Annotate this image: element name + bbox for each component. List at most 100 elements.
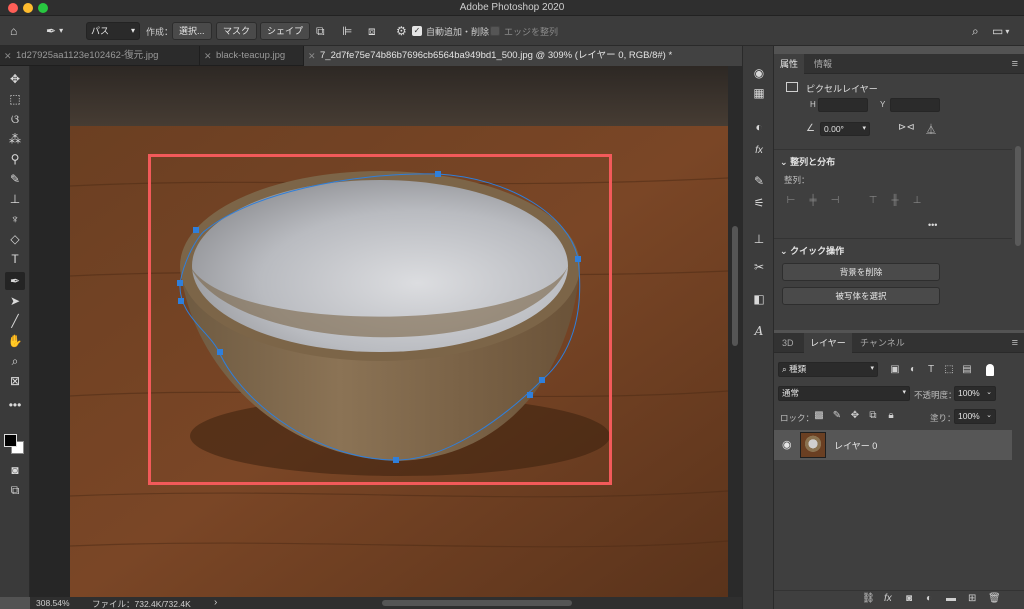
flip-horizontal-icon[interactable]: ⊳⊲ — [898, 122, 915, 133]
filter-smart-object-icon[interactable]: ▤ — [960, 363, 974, 377]
screen-mode-button[interactable]: ⧉ — [5, 481, 25, 499]
align-right-icon[interactable]: ⊣ — [828, 194, 842, 208]
fx-icon[interactable]: fx — [884, 593, 892, 604]
search-button[interactable]: ⌕ — [972, 22, 979, 40]
foreground-color-swatch[interactable] — [4, 434, 17, 447]
path-selection-tool[interactable]: ➤ — [5, 292, 25, 310]
link-layers-icon[interactable]: ⛓ — [862, 593, 875, 604]
remove-background-button[interactable]: 背景を削除 — [782, 263, 940, 281]
adjustments-panel-button[interactable]: ◐ — [750, 118, 768, 136]
home-button[interactable]: ⌂ — [10, 22, 17, 40]
align-top-icon[interactable]: ⊤ — [866, 194, 880, 208]
tool-presets-panel-button[interactable]: ✂ — [750, 258, 768, 276]
styles-panel-button[interactable]: fx — [750, 140, 768, 158]
workspace-button[interactable]: ▭ ▾ — [992, 22, 1009, 40]
lock-pixels-icon[interactable]: ✎ — [830, 409, 844, 423]
filter-toggle[interactable] — [986, 364, 994, 376]
blend-mode-select[interactable]: 通常 ▾ — [778, 386, 910, 401]
filter-adjustment-icon[interactable]: ◐ — [906, 363, 920, 377]
eye-icon[interactable]: ◉ — [782, 438, 792, 451]
new-group-icon[interactable]: ▬ — [946, 593, 956, 604]
scroll-thumb[interactable] — [1015, 146, 1021, 246]
brushes-panel-button[interactable]: ✎ — [750, 172, 768, 190]
type-tool[interactable]: T — [5, 250, 25, 268]
properties-scrollbar[interactable] — [1014, 66, 1022, 326]
tool-preset-picker[interactable]: ✒ ▾ — [46, 22, 63, 40]
zoom-level[interactable]: 308.54% — [36, 598, 70, 608]
lock-position-icon[interactable]: ✥ — [848, 409, 862, 423]
history-brush-tool[interactable]: ♆ — [5, 210, 25, 228]
eyedropper-tool[interactable]: ⚲ — [5, 150, 25, 168]
lock-all-icon[interactable]: 🔒︎ — [884, 409, 898, 423]
anchor-point[interactable] — [193, 227, 199, 233]
auto-add-delete-checkbox[interactable]: ✓ — [412, 26, 422, 36]
align-left-icon[interactable]: ⊢ — [784, 194, 798, 208]
y-field[interactable] — [890, 98, 940, 112]
line-tool[interactable]: ╱ — [5, 312, 25, 330]
more-tools[interactable]: ••• — [5, 396, 25, 414]
canvas-area[interactable] — [30, 66, 742, 597]
align-edges-checkbox[interactable] — [490, 26, 500, 36]
tab-3d[interactable]: 3D — [776, 333, 800, 353]
more-options[interactable]: ••• — [928, 220, 937, 230]
align-middle-vertical-icon[interactable]: ╫ — [888, 194, 902, 208]
angle-field[interactable]: 0.00° ▾ — [820, 122, 870, 136]
anchor-point[interactable] — [217, 349, 223, 355]
anchor-point[interactable] — [575, 256, 581, 262]
brush-tool[interactable]: ✎ — [5, 170, 25, 188]
align-section-title[interactable]: ⌄ 整列と分布 — [780, 155, 835, 168]
quick-mask-button[interactable]: ◙ — [5, 461, 25, 479]
layer-name[interactable]: レイヤー 0 — [834, 439, 877, 452]
brush-settings-panel-button[interactable]: ⚟ — [750, 194, 768, 212]
anchor-point[interactable] — [177, 280, 183, 286]
scroll-thumb[interactable] — [732, 226, 738, 346]
settings-button[interactable]: ⚙ — [396, 22, 407, 40]
pen-tool[interactable]: ✒ — [5, 272, 25, 290]
filter-shape-icon[interactable]: ⬚ — [942, 363, 956, 377]
document-tab[interactable]: ✕ 1d27925aa1123e102462-復元.jpg — [0, 46, 200, 66]
move-tool[interactable]: ✥ — [5, 70, 25, 88]
tab-channels[interactable]: チャンネル — [854, 333, 911, 353]
anchor-point[interactable] — [435, 171, 441, 177]
quick-actions-title[interactable]: ⌄ クイック操作 — [780, 244, 844, 257]
tab-layers[interactable]: レイヤー — [804, 333, 852, 353]
select-subject-button[interactable]: 被写体を選択 — [782, 287, 940, 305]
canvas-vertical-scrollbar[interactable] — [728, 66, 742, 597]
anchor-point[interactable] — [539, 377, 545, 383]
horizontal-scrollbar[interactable] — [382, 600, 572, 606]
panel-menu-icon[interactable]: ≡ — [1012, 337, 1018, 349]
marquee-tool[interactable]: ⬚ — [5, 90, 25, 108]
mode-select[interactable]: パス ▾ — [86, 22, 140, 40]
layer-row[interactable]: ◉ レイヤー 0 — [774, 430, 1012, 460]
clone-source-panel-button[interactable]: ⊥ — [750, 230, 768, 248]
shape-button[interactable]: シェイプ — [260, 22, 311, 40]
mask-button[interactable]: マスク — [216, 22, 258, 40]
new-layer-icon[interactable]: ⊞ — [968, 593, 976, 604]
document-image[interactable] — [70, 66, 728, 597]
swatches-panel-button[interactable]: ▦ — [750, 84, 768, 102]
magic-wand-tool[interactable]: ⁂ — [5, 130, 25, 148]
tab-info[interactable]: 情報 — [808, 54, 838, 74]
close-tab-icon[interactable]: ✕ — [308, 46, 316, 66]
select-button[interactable]: 選択... — [172, 22, 212, 40]
lock-transparent-icon[interactable]: ▩ — [812, 409, 826, 423]
zoom-tool[interactable]: ⌕ — [5, 352, 25, 370]
tab-properties[interactable]: 属性 — [774, 54, 805, 74]
close-tab-icon[interactable]: ✕ — [204, 46, 212, 66]
anchor-point[interactable] — [178, 298, 184, 304]
adjustment-layer-icon[interactable]: ◐ — [926, 593, 932, 604]
path-alignment-button[interactable]: ⊫ — [342, 22, 352, 40]
anchor-point[interactable] — [393, 457, 399, 463]
opacity-field[interactable]: 100% ⌄ — [954, 386, 996, 401]
fill-field[interactable]: 100% ⌄ — [954, 409, 996, 424]
document-tab-active[interactable]: ✕ 7_2d7fe75e74b86b7696cb6564ba949bd1_500… — [304, 46, 742, 66]
path-arrangement-button[interactable]: ⧈ — [368, 22, 376, 40]
path-operations-button[interactable]: ⧉ — [316, 22, 325, 40]
stamp-tool[interactable]: ⊥ — [5, 190, 25, 208]
document-tab[interactable]: ✕ black-teacup.jpg — [200, 46, 304, 66]
status-menu-arrow[interactable]: › — [214, 597, 217, 608]
trash-icon[interactable]: 🗑︎ — [988, 593, 1001, 604]
anchor-point[interactable] — [527, 392, 533, 398]
navigator-panel-button[interactable]: ◧ — [750, 290, 768, 308]
frame-tool[interactable]: ⊠ — [5, 372, 25, 390]
